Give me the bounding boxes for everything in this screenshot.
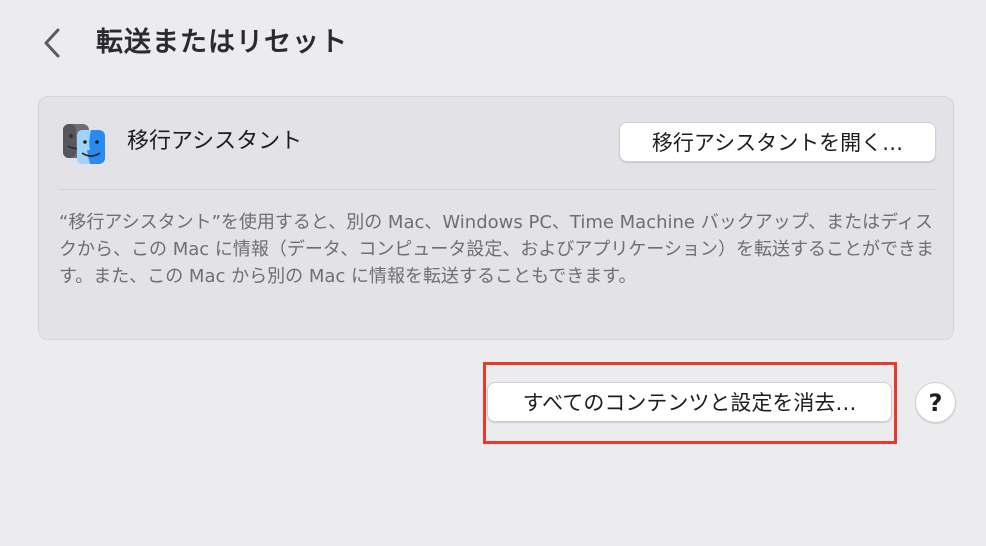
migration-assistant-card: 移行アシスタント 移行アシスタントを開く… “移行アシスタント”を使用すると、別… [38,96,954,340]
migration-description: “移行アシスタント”を使用すると、別の Mac、Windows PC、Time … [59,212,934,287]
help-button[interactable]: ? [915,382,956,423]
open-migration-assistant-button[interactable]: 移行アシスタントを開く… [619,122,936,162]
chevron-left-icon [44,28,60,58]
migration-assistant-label: 移行アシスタント [127,129,303,154]
migration-assistant-icon [61,120,107,166]
erase-all-content-button[interactable]: すべてのコンテンツと設定を消去… [487,382,892,422]
page-header: 転送またはリセット [0,0,986,88]
back-button[interactable] [34,24,70,62]
migration-assistant-row: 移行アシスタント 移行アシスタントを開く… [39,97,953,189]
card-divider [59,189,935,190]
page-title: 転送またはリセット [96,27,348,58]
